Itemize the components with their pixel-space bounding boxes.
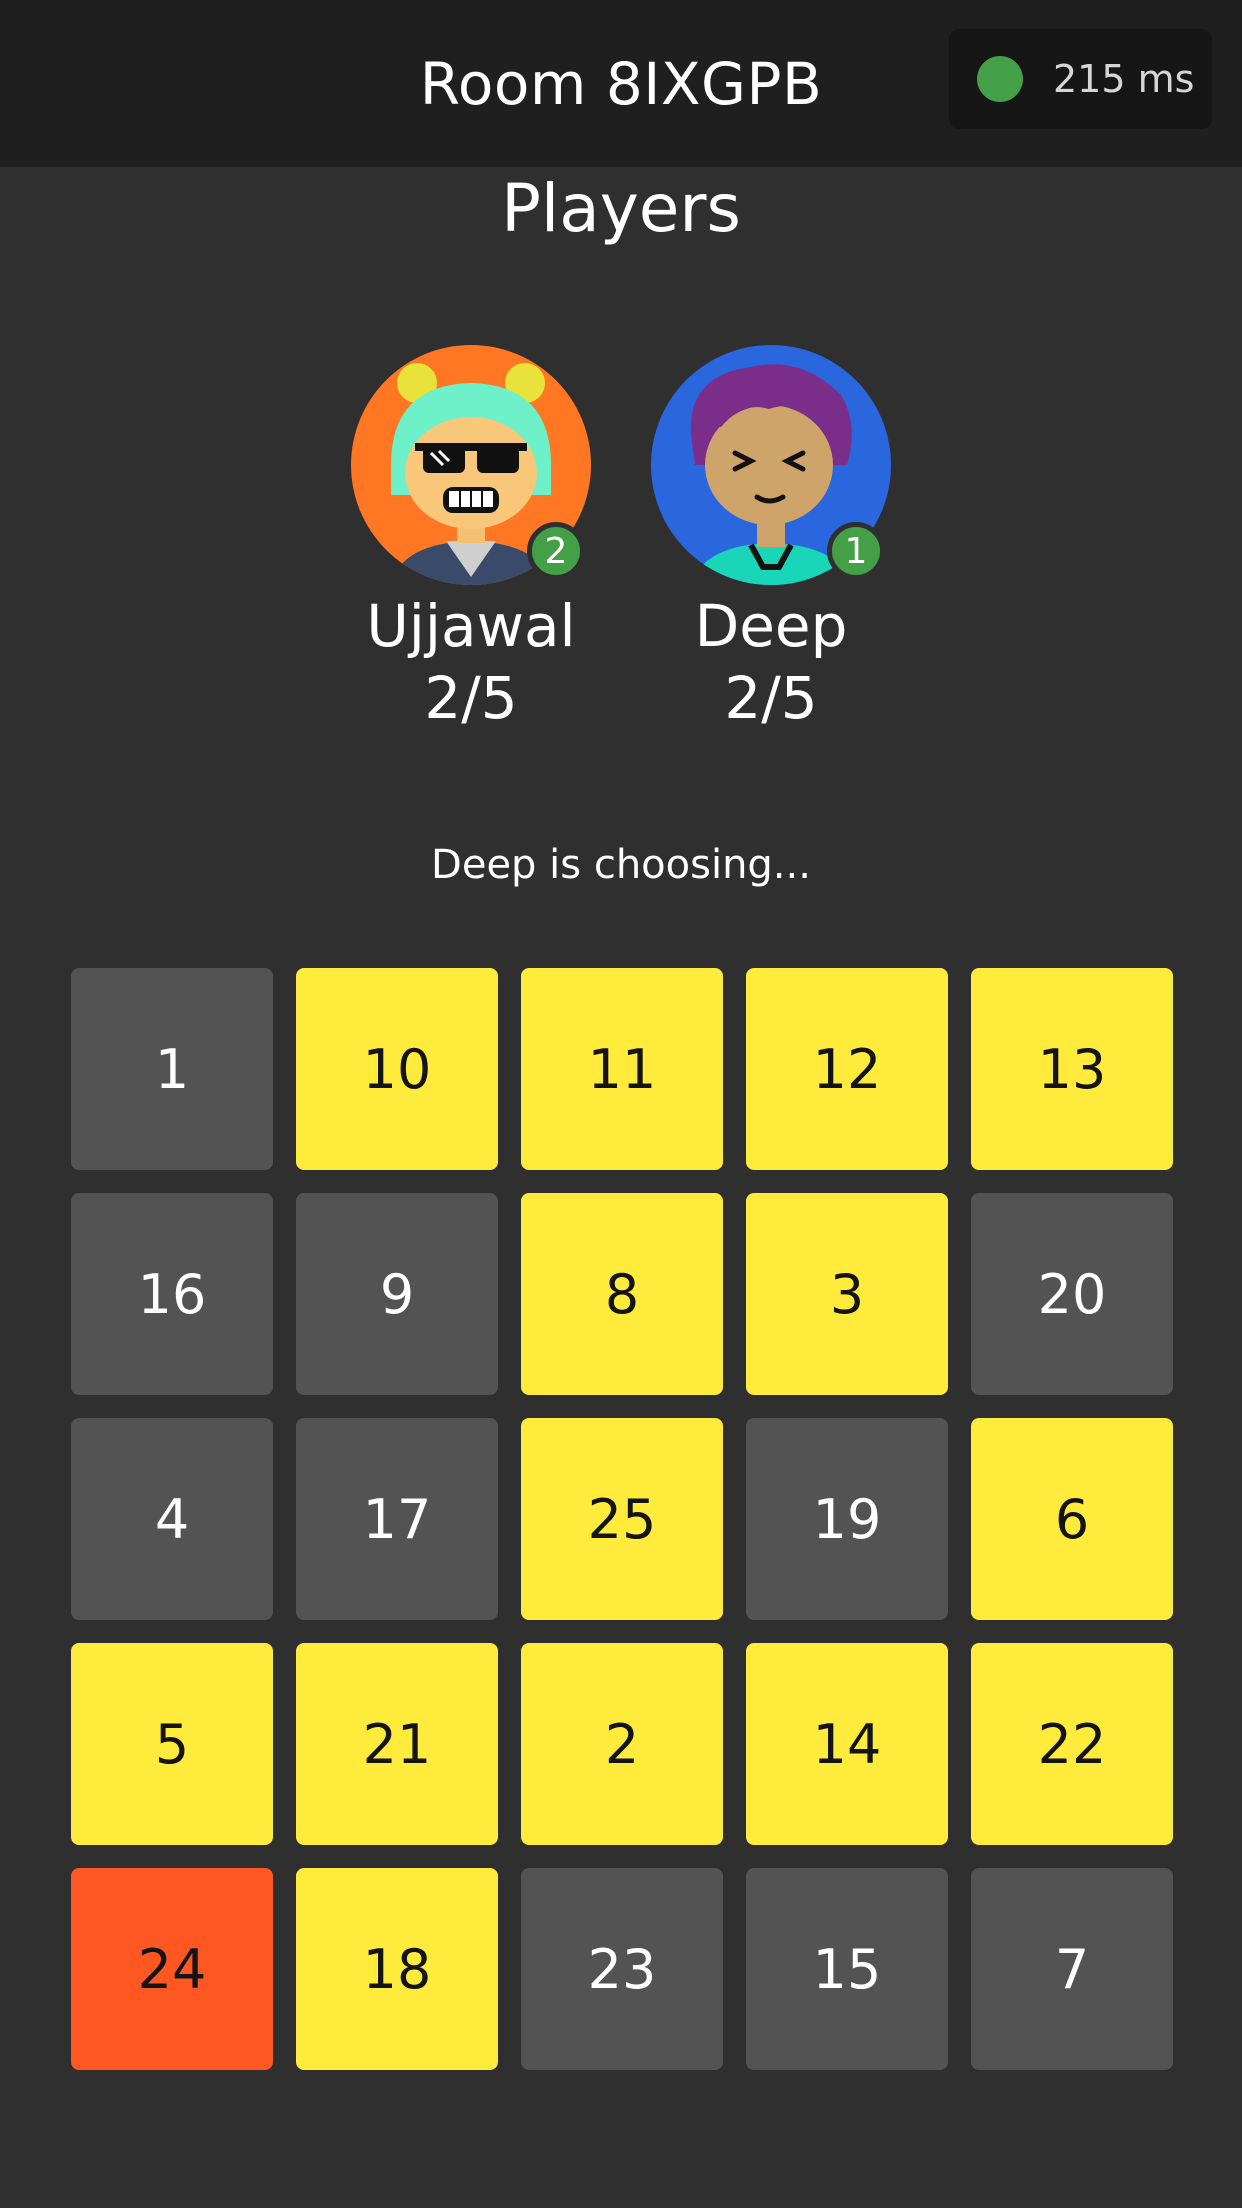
latency-label: 215 ms [1053,57,1195,101]
board-cell[interactable]: 8 [521,1193,723,1395]
board-cell[interactable]: 21 [296,1643,498,1845]
board-cell[interactable]: 11 [521,968,723,1170]
board-cell[interactable]: 3 [746,1193,948,1395]
player-name: Deep [694,592,848,660]
latency-indicator: 215 ms [949,29,1212,129]
board-cell[interactable]: 19 [746,1418,948,1620]
board-cell[interactable]: 23 [521,1868,723,2070]
board-cell[interactable]: 6 [971,1418,1173,1620]
board-cell[interactable]: 14 [746,1643,948,1845]
board-cell[interactable]: 1 [71,968,273,1170]
players-heading: Players [501,170,741,247]
turn-status: Deep is choosing... [431,842,811,888]
player-card-deep: 1 Deep 2/5 [621,345,921,732]
board-cell[interactable]: 12 [746,968,948,1170]
board-cell[interactable]: 24 [71,1868,273,2070]
rank-badge: 1 [827,522,885,580]
board-cell[interactable]: 22 [971,1643,1173,1845]
player-name: Ujjawal [366,592,576,660]
player-card-ujjawal: 2 Ujjawal 2/5 [321,345,621,732]
board-cell[interactable]: 13 [971,968,1173,1170]
board-cell[interactable]: 4 [71,1418,273,1620]
bingo-board: 1 10 11 12 13 16 9 8 3 20 4 17 25 19 6 5… [71,968,1173,2070]
board-cell[interactable]: 10 [296,968,498,1170]
rank-badge: 2 [527,522,585,580]
board-cell[interactable]: 18 [296,1868,498,2070]
player-score: 2/5 [424,664,518,732]
board-cell[interactable]: 2 [521,1643,723,1845]
connection-status-icon [977,56,1023,102]
board-cell[interactable]: 25 [521,1418,723,1620]
player-score: 2/5 [724,664,818,732]
board-cell[interactable]: 20 [971,1193,1173,1395]
board-cell[interactable]: 7 [971,1868,1173,2070]
board-cell[interactable]: 16 [71,1193,273,1395]
board-cell[interactable]: 5 [71,1643,273,1845]
board-cell[interactable]: 15 [746,1868,948,2070]
board-cell[interactable]: 9 [296,1193,498,1395]
board-cell[interactable]: 17 [296,1418,498,1620]
